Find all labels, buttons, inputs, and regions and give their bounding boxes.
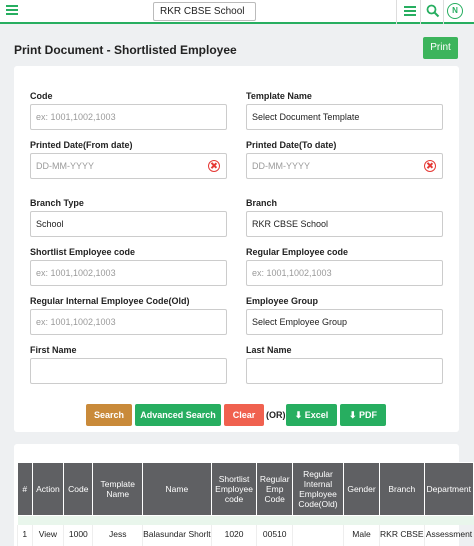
table-header-row: # Action Code Template Name Name Shortli…: [17, 462, 474, 516]
table-header: Regular Emp Code: [256, 462, 293, 516]
table-header: Name: [142, 462, 212, 516]
table-header: Code: [63, 462, 94, 516]
code-label: Code: [30, 91, 53, 101]
table-header: #: [17, 462, 33, 516]
printed-from-label: Printed Date(From date): [30, 140, 133, 150]
view-link[interactable]: View: [31, 524, 64, 546]
search-icon[interactable]: [426, 4, 440, 18]
excel-label: Excel: [304, 410, 329, 420]
template-name-label: Template Name: [246, 91, 312, 101]
table-cell: Assessment: [423, 524, 474, 546]
table-cell: 1: [17, 524, 33, 546]
user-avatar[interactable]: N: [447, 3, 463, 19]
table-spacer-row: [17, 515, 474, 525]
divider: [443, 0, 444, 24]
first-name-input[interactable]: [30, 358, 227, 384]
advanced-search-button[interactable]: Advanced Search: [135, 404, 221, 426]
printed-from-date-input[interactable]: DD-MM-YYYY: [30, 153, 227, 179]
clear-icon[interactable]: [208, 160, 220, 172]
search-button[interactable]: Search: [86, 404, 132, 426]
employee-group-select[interactable]: Select Employee Group: [246, 309, 443, 335]
table-cell: Jess: [92, 524, 143, 546]
printed-to-placeholder: DD-MM-YYYY: [252, 161, 310, 171]
first-name-label: First Name: [30, 345, 77, 355]
table-cell: Balasundar Shorlt: [142, 524, 212, 546]
or-separator: (OR): [266, 410, 286, 420]
employee-group-label: Employee Group: [246, 296, 319, 306]
clear-button[interactable]: Clear: [224, 404, 264, 426]
table-cell: [291, 524, 344, 546]
table-cell: 00510: [256, 524, 293, 546]
table-cell: RKR CBSE: [379, 524, 425, 546]
table-header: Regular Internal Employee Code(Old): [291, 462, 345, 516]
branch-type-label: Branch Type: [30, 198, 84, 208]
pdf-label: PDF: [359, 410, 378, 420]
table-cell: 1020: [210, 524, 257, 546]
template-name-select[interactable]: Select Document Template: [246, 104, 443, 130]
last-name-label: Last Name: [246, 345, 292, 355]
regular-code-label: Regular Employee code: [246, 247, 349, 257]
download-icon: ⬇: [294, 410, 303, 420]
pdf-button[interactable]: ⬇ PDF: [340, 404, 386, 426]
branch-select[interactable]: RKR CBSE School: [246, 211, 443, 237]
printed-to-label: Printed Date(To date): [246, 140, 337, 150]
last-name-input[interactable]: [246, 358, 443, 384]
results-table: # Action Code Template Name Name Shortli…: [17, 462, 474, 546]
table-cell: 1000: [63, 524, 93, 546]
table-row: 1 View 1000 Jess Balasundar Shorlt 1020 …: [17, 524, 474, 546]
shortlist-code-label: Shortlist Employee code: [30, 247, 136, 257]
table-cell: Male: [342, 524, 380, 546]
menu-icon[interactable]: [404, 6, 416, 16]
print-button[interactable]: Print: [423, 37, 458, 59]
divider: [396, 0, 397, 24]
table-spacer: [17, 515, 474, 525]
shortlist-code-input[interactable]: ex: 1001,1002,1003: [30, 260, 227, 286]
table-header: Gender: [342, 462, 381, 516]
divider: [420, 0, 421, 24]
sidebar-toggle-icon[interactable]: [6, 5, 18, 15]
regular-internal-code-input[interactable]: ex: 1001,1002,1003: [30, 309, 227, 335]
table-header: Template Name: [92, 462, 144, 516]
table-header: Shortlist Employee code: [210, 462, 258, 516]
table-header: Department: [423, 462, 474, 516]
code-input[interactable]: ex: 1001,1002,1003: [30, 104, 227, 130]
table-header: Branch: [379, 462, 425, 516]
branch-type-select[interactable]: School: [30, 211, 227, 237]
clear-icon[interactable]: [424, 160, 436, 172]
regular-code-input[interactable]: ex: 1001,1002,1003: [246, 260, 443, 286]
regular-internal-code-label: Regular Internal Employee Code(Old): [30, 296, 190, 306]
download-icon: ⬇: [348, 410, 357, 420]
printed-to-date-input[interactable]: DD-MM-YYYY: [246, 153, 443, 179]
excel-button[interactable]: ⬇ Excel: [286, 404, 337, 426]
page-title: Print Document - Shortlisted Employee: [14, 43, 237, 57]
top-bar: RKR CBSE School N: [0, 0, 474, 24]
printed-from-placeholder: DD-MM-YYYY: [36, 161, 94, 171]
branch-label: Branch: [246, 198, 278, 208]
school-selector[interactable]: RKR CBSE School: [153, 2, 256, 21]
table-header: Action: [31, 462, 65, 516]
